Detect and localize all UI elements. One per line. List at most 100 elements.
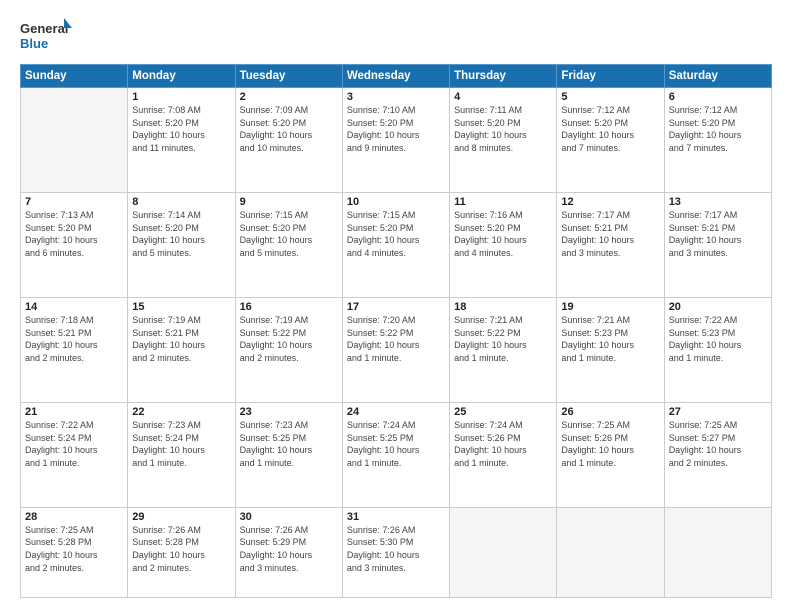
day-number: 7 [25, 196, 123, 208]
calendar-day-cell: 25Sunrise: 7:24 AM Sunset: 5:26 PM Dayli… [450, 402, 557, 507]
day-number: 25 [454, 406, 552, 418]
calendar-day-cell: 13Sunrise: 7:17 AM Sunset: 5:21 PM Dayli… [664, 192, 771, 297]
weekday-header: Saturday [664, 65, 771, 88]
calendar-week-row: 28Sunrise: 7:25 AM Sunset: 5:28 PM Dayli… [21, 507, 772, 597]
day-number: 23 [240, 406, 338, 418]
day-number: 14 [25, 301, 123, 313]
day-number: 16 [240, 301, 338, 313]
calendar-table: SundayMondayTuesdayWednesdayThursdayFrid… [20, 64, 772, 598]
weekday-header: Thursday [450, 65, 557, 88]
day-info: Sunrise: 7:26 AM Sunset: 5:29 PM Dayligh… [240, 524, 338, 574]
calendar-day-cell: 29Sunrise: 7:26 AM Sunset: 5:28 PM Dayli… [128, 507, 235, 597]
calendar-day-cell: 20Sunrise: 7:22 AM Sunset: 5:23 PM Dayli… [664, 297, 771, 402]
day-info: Sunrise: 7:21 AM Sunset: 5:22 PM Dayligh… [454, 314, 552, 364]
day-info: Sunrise: 7:21 AM Sunset: 5:23 PM Dayligh… [561, 314, 659, 364]
calendar-week-row: 7Sunrise: 7:13 AM Sunset: 5:20 PM Daylig… [21, 192, 772, 297]
day-number: 13 [669, 196, 767, 208]
day-info: Sunrise: 7:26 AM Sunset: 5:28 PM Dayligh… [132, 524, 230, 574]
weekday-header: Sunday [21, 65, 128, 88]
day-number: 28 [25, 511, 123, 523]
day-number: 21 [25, 406, 123, 418]
calendar-day-cell: 12Sunrise: 7:17 AM Sunset: 5:21 PM Dayli… [557, 192, 664, 297]
day-info: Sunrise: 7:09 AM Sunset: 5:20 PM Dayligh… [240, 104, 338, 154]
day-info: Sunrise: 7:24 AM Sunset: 5:25 PM Dayligh… [347, 419, 445, 469]
calendar-day-cell: 10Sunrise: 7:15 AM Sunset: 5:20 PM Dayli… [342, 192, 449, 297]
day-info: Sunrise: 7:08 AM Sunset: 5:20 PM Dayligh… [132, 104, 230, 154]
day-info: Sunrise: 7:15 AM Sunset: 5:20 PM Dayligh… [347, 209, 445, 259]
calendar-day-cell [557, 507, 664, 597]
day-number: 10 [347, 196, 445, 208]
calendar-day-cell: 2Sunrise: 7:09 AM Sunset: 5:20 PM Daylig… [235, 88, 342, 193]
day-info: Sunrise: 7:19 AM Sunset: 5:21 PM Dayligh… [132, 314, 230, 364]
day-number: 26 [561, 406, 659, 418]
day-info: Sunrise: 7:22 AM Sunset: 5:23 PM Dayligh… [669, 314, 767, 364]
day-info: Sunrise: 7:13 AM Sunset: 5:20 PM Dayligh… [25, 209, 123, 259]
calendar-day-cell: 16Sunrise: 7:19 AM Sunset: 5:22 PM Dayli… [235, 297, 342, 402]
weekday-header: Wednesday [342, 65, 449, 88]
weekday-header: Monday [128, 65, 235, 88]
weekday-header-row: SundayMondayTuesdayWednesdayThursdayFrid… [21, 65, 772, 88]
calendar-day-cell [450, 507, 557, 597]
calendar-day-cell: 11Sunrise: 7:16 AM Sunset: 5:20 PM Dayli… [450, 192, 557, 297]
day-info: Sunrise: 7:15 AM Sunset: 5:20 PM Dayligh… [240, 209, 338, 259]
svg-text:Blue: Blue [20, 36, 48, 51]
day-number: 11 [454, 196, 552, 208]
day-number: 1 [132, 91, 230, 103]
calendar-day-cell: 15Sunrise: 7:19 AM Sunset: 5:21 PM Dayli… [128, 297, 235, 402]
day-number: 27 [669, 406, 767, 418]
calendar-day-cell: 14Sunrise: 7:18 AM Sunset: 5:21 PM Dayli… [21, 297, 128, 402]
calendar-day-cell [664, 507, 771, 597]
calendar-day-cell: 31Sunrise: 7:26 AM Sunset: 5:30 PM Dayli… [342, 507, 449, 597]
calendar-day-cell: 19Sunrise: 7:21 AM Sunset: 5:23 PM Dayli… [557, 297, 664, 402]
day-info: Sunrise: 7:25 AM Sunset: 5:26 PM Dayligh… [561, 419, 659, 469]
day-info: Sunrise: 7:17 AM Sunset: 5:21 PM Dayligh… [669, 209, 767, 259]
svg-text:General: General [20, 21, 68, 36]
calendar-day-cell: 23Sunrise: 7:23 AM Sunset: 5:25 PM Dayli… [235, 402, 342, 507]
day-info: Sunrise: 7:10 AM Sunset: 5:20 PM Dayligh… [347, 104, 445, 154]
calendar-day-cell: 30Sunrise: 7:26 AM Sunset: 5:29 PM Dayli… [235, 507, 342, 597]
day-info: Sunrise: 7:20 AM Sunset: 5:22 PM Dayligh… [347, 314, 445, 364]
day-number: 17 [347, 301, 445, 313]
calendar-day-cell: 27Sunrise: 7:25 AM Sunset: 5:27 PM Dayli… [664, 402, 771, 507]
day-info: Sunrise: 7:23 AM Sunset: 5:24 PM Dayligh… [132, 419, 230, 469]
calendar-day-cell: 28Sunrise: 7:25 AM Sunset: 5:28 PM Dayli… [21, 507, 128, 597]
day-info: Sunrise: 7:19 AM Sunset: 5:22 PM Dayligh… [240, 314, 338, 364]
day-info: Sunrise: 7:25 AM Sunset: 5:28 PM Dayligh… [25, 524, 123, 574]
calendar-day-cell: 22Sunrise: 7:23 AM Sunset: 5:24 PM Dayli… [128, 402, 235, 507]
day-number: 9 [240, 196, 338, 208]
day-info: Sunrise: 7:12 AM Sunset: 5:20 PM Dayligh… [561, 104, 659, 154]
day-info: Sunrise: 7:11 AM Sunset: 5:20 PM Dayligh… [454, 104, 552, 154]
day-info: Sunrise: 7:18 AM Sunset: 5:21 PM Dayligh… [25, 314, 123, 364]
day-number: 2 [240, 91, 338, 103]
day-info: Sunrise: 7:25 AM Sunset: 5:27 PM Dayligh… [669, 419, 767, 469]
weekday-header: Tuesday [235, 65, 342, 88]
day-number: 3 [347, 91, 445, 103]
calendar-page: GeneralBlue SundayMondayTuesdayWednesday… [0, 0, 792, 612]
calendar-day-cell: 3Sunrise: 7:10 AM Sunset: 5:20 PM Daylig… [342, 88, 449, 193]
calendar-day-cell [21, 88, 128, 193]
calendar-day-cell: 18Sunrise: 7:21 AM Sunset: 5:22 PM Dayli… [450, 297, 557, 402]
day-number: 12 [561, 196, 659, 208]
day-info: Sunrise: 7:17 AM Sunset: 5:21 PM Dayligh… [561, 209, 659, 259]
day-info: Sunrise: 7:24 AM Sunset: 5:26 PM Dayligh… [454, 419, 552, 469]
calendar-day-cell: 4Sunrise: 7:11 AM Sunset: 5:20 PM Daylig… [450, 88, 557, 193]
calendar-day-cell: 8Sunrise: 7:14 AM Sunset: 5:20 PM Daylig… [128, 192, 235, 297]
calendar-day-cell: 24Sunrise: 7:24 AM Sunset: 5:25 PM Dayli… [342, 402, 449, 507]
calendar-day-cell: 21Sunrise: 7:22 AM Sunset: 5:24 PM Dayli… [21, 402, 128, 507]
day-number: 31 [347, 511, 445, 523]
day-number: 29 [132, 511, 230, 523]
day-number: 4 [454, 91, 552, 103]
day-info: Sunrise: 7:12 AM Sunset: 5:20 PM Dayligh… [669, 104, 767, 154]
day-info: Sunrise: 7:22 AM Sunset: 5:24 PM Dayligh… [25, 419, 123, 469]
day-number: 22 [132, 406, 230, 418]
day-number: 24 [347, 406, 445, 418]
calendar-day-cell: 26Sunrise: 7:25 AM Sunset: 5:26 PM Dayli… [557, 402, 664, 507]
day-number: 6 [669, 91, 767, 103]
day-number: 19 [561, 301, 659, 313]
calendar-week-row: 1Sunrise: 7:08 AM Sunset: 5:20 PM Daylig… [21, 88, 772, 193]
day-number: 30 [240, 511, 338, 523]
day-info: Sunrise: 7:26 AM Sunset: 5:30 PM Dayligh… [347, 524, 445, 574]
header: GeneralBlue [20, 18, 772, 54]
calendar-day-cell: 1Sunrise: 7:08 AM Sunset: 5:20 PM Daylig… [128, 88, 235, 193]
day-info: Sunrise: 7:16 AM Sunset: 5:20 PM Dayligh… [454, 209, 552, 259]
